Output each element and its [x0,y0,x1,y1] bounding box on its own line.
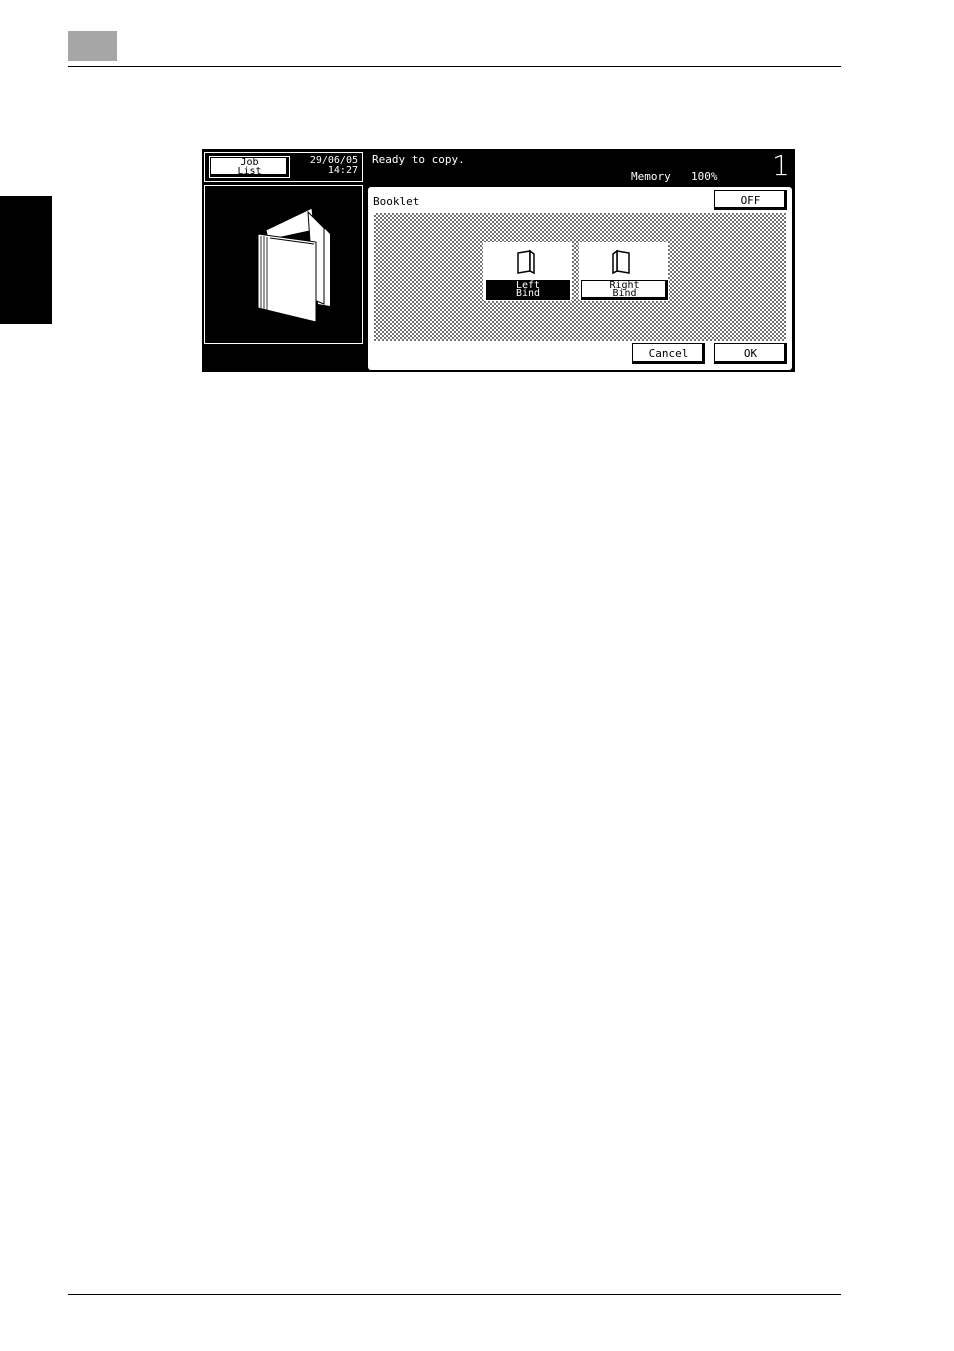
right-bind-label-line2: Bind [612,288,637,299]
off-button-label: OFF [740,193,761,207]
left-bind-icon [517,249,535,275]
right-bind-button[interactable]: Right Bind [581,280,668,300]
chapter-side-tab [0,196,52,324]
ok-button-label: OK [743,347,758,360]
ok-button[interactable]: OK [714,343,787,364]
copy-count: 1 [772,149,790,182]
job-list-button[interactable]: Job List [210,157,289,177]
cancel-button[interactable]: Cancel [632,343,705,364]
off-button[interactable]: OFF [714,190,787,210]
memory-label: Memory [631,170,671,183]
date-time-display: 29/06/05 14:27 [292,156,358,176]
memory-value: 100% [691,170,718,183]
booklet-icon [257,207,330,323]
dialog-title: Booklet [373,195,420,208]
chapter-number-box [68,31,117,61]
right-bind-icon [612,249,630,275]
left-bind-label-line2: Bind [515,288,541,299]
footer-rule [68,1294,841,1295]
cancel-button-label: Cancel [648,347,689,360]
status-message: Ready to copy. [372,153,465,166]
time-text: 14:27 [327,165,358,176]
left-bind-button[interactable]: Left Bind [486,280,570,300]
header-rule [68,66,841,67]
job-list-label-line2: List [237,166,262,177]
